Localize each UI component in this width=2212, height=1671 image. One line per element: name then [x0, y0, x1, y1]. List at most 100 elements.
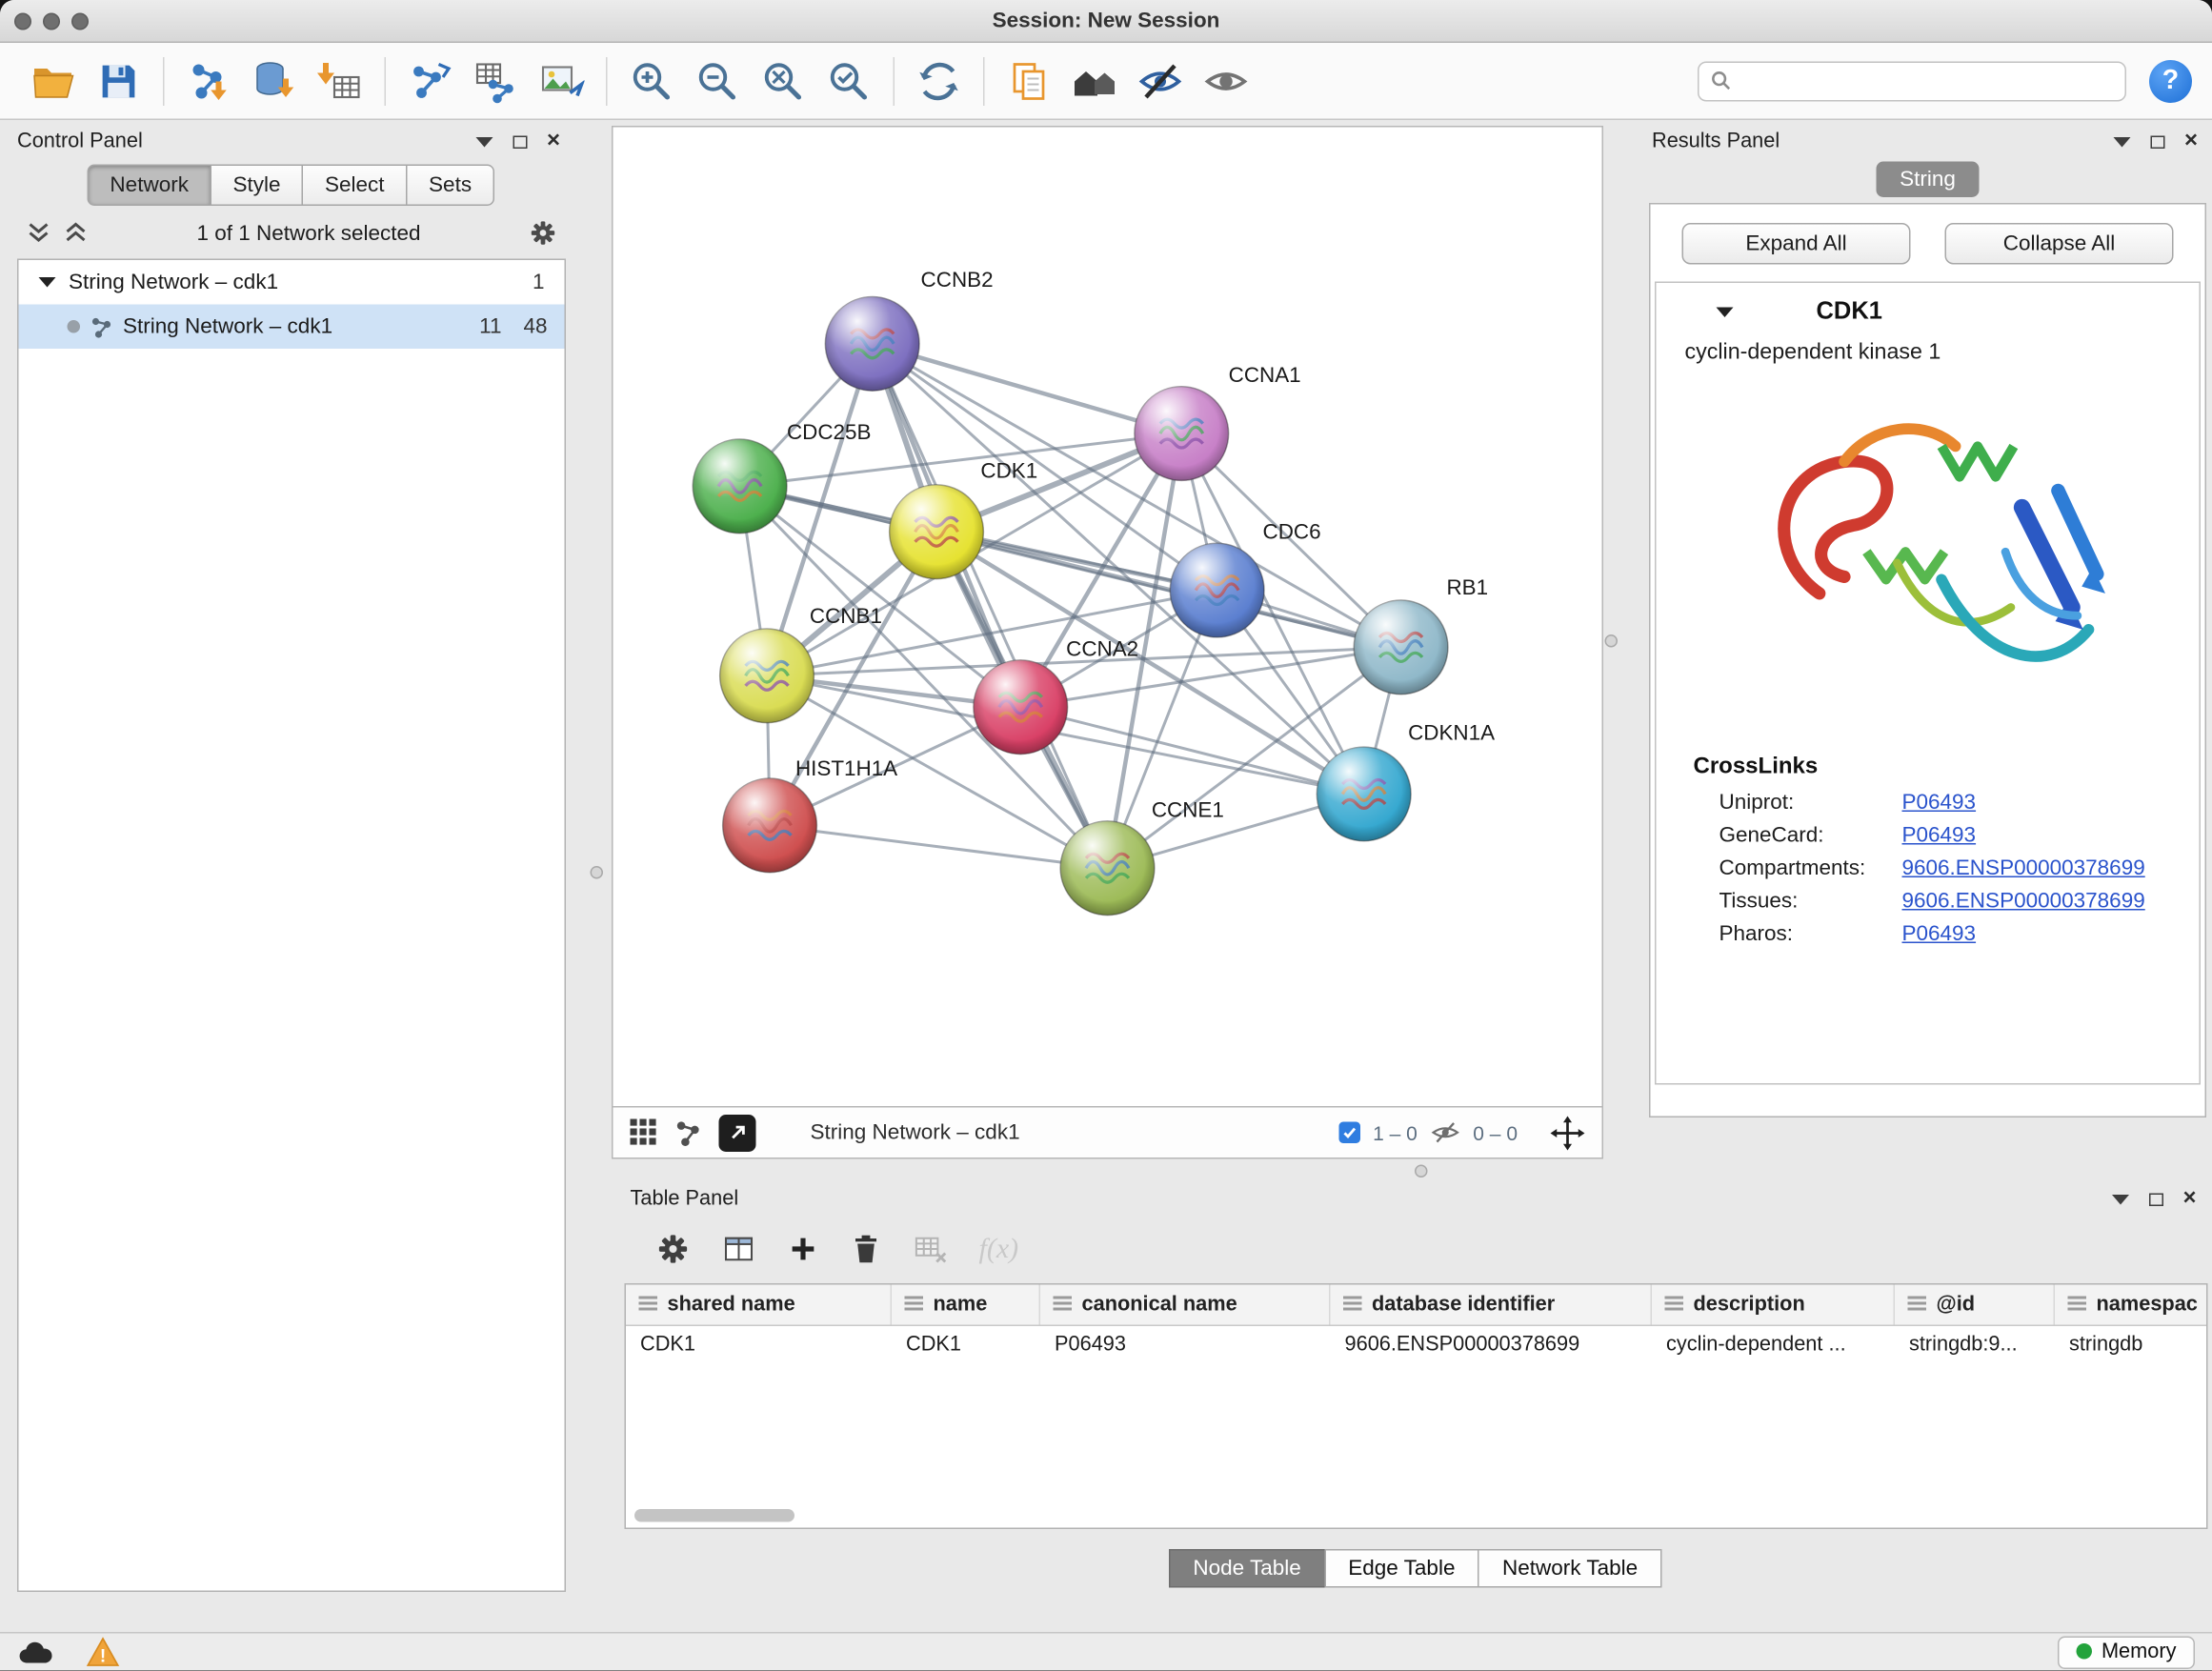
- cloud-icon[interactable]: [17, 1639, 54, 1666]
- cp-tab-select[interactable]: Select: [302, 165, 408, 207]
- network-node-rb1[interactable]: [1354, 600, 1448, 695]
- gene-card-header[interactable]: CDK1: [1657, 283, 2200, 340]
- help-button[interactable]: ?: [2149, 59, 2192, 102]
- table-cell[interactable]: CDK1: [626, 1326, 892, 1365]
- crosslink-link-compartments[interactable]: 9606.ENSP00000378699: [1902, 856, 2145, 881]
- column-header-shared-name[interactable]: shared name: [626, 1285, 892, 1325]
- crosslink-link-tissues[interactable]: 9606.ENSP00000378699: [1902, 889, 2145, 914]
- panel-menu-icon[interactable]: [2113, 136, 2130, 147]
- network-node-cdc6[interactable]: [1170, 543, 1264, 637]
- float-panel-icon[interactable]: [2150, 135, 2164, 149]
- cp-tab-network[interactable]: Network: [87, 165, 211, 207]
- add-column-icon[interactable]: [788, 1234, 819, 1265]
- crosslink-link-uniprot[interactable]: P06493: [1902, 791, 1977, 815]
- network-edge[interactable]: [873, 344, 1182, 433]
- column-header-canonical-name[interactable]: canonical name: [1040, 1285, 1331, 1325]
- column-header-database-identifier[interactable]: database identifier: [1331, 1285, 1653, 1325]
- import-network-from-database-button[interactable]: [242, 50, 308, 112]
- column-header-name[interactable]: name: [892, 1285, 1040, 1325]
- close-panel-icon[interactable]: ×: [2184, 131, 2198, 153]
- table-settings-gear-icon[interactable]: [656, 1232, 691, 1266]
- apply-layout-button[interactable]: [906, 50, 972, 112]
- open-external-button[interactable]: [719, 1114, 756, 1151]
- collection-disclosure-icon[interactable]: [39, 277, 56, 288]
- float-panel-icon[interactable]: [2148, 1193, 2162, 1206]
- network-edge[interactable]: [873, 344, 1108, 868]
- network-node-hist1h1a[interactable]: [723, 778, 817, 873]
- expand-all-button[interactable]: Expand All: [1682, 223, 1911, 265]
- crosslink-link-pharos[interactable]: P06493: [1902, 922, 1977, 947]
- network-canvas[interactable]: CCNB2CCNA1CDC25BCDK1CDC6RB1CCNB1CCNA2CDK…: [612, 126, 1603, 1108]
- export-image-button[interactable]: [529, 50, 594, 112]
- network-node-ccne1[interactable]: [1060, 821, 1155, 916]
- new-network-from-selection-button[interactable]: [463, 50, 529, 112]
- zoom-in-button[interactable]: [619, 50, 685, 112]
- panel-menu-icon[interactable]: [2111, 1194, 2128, 1204]
- search-box[interactable]: [1698, 61, 2126, 101]
- table-cell[interactable]: P06493: [1040, 1326, 1331, 1365]
- tp-tab-edge-table[interactable]: Edge Table: [1324, 1549, 1479, 1588]
- network-collection-row[interactable]: String Network – cdk1 1: [19, 260, 565, 305]
- pan-crosshair-icon[interactable]: [1551, 1116, 1585, 1150]
- network-overview-icon[interactable]: [674, 1119, 702, 1147]
- network-node-ccnb2[interactable]: [825, 296, 919, 391]
- gear-icon[interactable]: [529, 219, 557, 248]
- tab-string[interactable]: String: [1877, 162, 1979, 198]
- tp-tab-network-table[interactable]: Network Table: [1478, 1549, 1661, 1588]
- network-node-cdk1[interactable]: [890, 485, 984, 579]
- column-header-description[interactable]: description: [1652, 1285, 1895, 1325]
- network-node-ccna1[interactable]: [1135, 387, 1229, 481]
- search-input[interactable]: [1740, 70, 2114, 92]
- close-panel-icon[interactable]: ×: [2182, 1188, 2196, 1211]
- import-table-from-file-button[interactable]: [308, 50, 373, 112]
- network-node-cdc25b[interactable]: [693, 439, 787, 534]
- table-cell[interactable]: cyclin-dependent ...: [1652, 1326, 1895, 1365]
- warning-icon[interactable]: !: [86, 1637, 120, 1668]
- table-cell[interactable]: stringdb:9...: [1895, 1326, 2055, 1365]
- memory-button[interactable]: Memory: [2057, 1636, 2195, 1669]
- column-header-namespac[interactable]: namespac: [2055, 1285, 2208, 1325]
- cp-tab-style[interactable]: Style: [210, 165, 303, 207]
- new-network-button[interactable]: [397, 50, 463, 112]
- import-network-from-file-button[interactable]: [176, 50, 242, 112]
- table-cell[interactable]: CDK1: [892, 1326, 1040, 1365]
- zoom-window-button[interactable]: [71, 13, 89, 30]
- network-edge[interactable]: [770, 825, 1107, 868]
- left-splitter-handle[interactable]: [591, 866, 604, 879]
- first-neighbors-button[interactable]: [1062, 50, 1128, 112]
- cp-tab-sets[interactable]: Sets: [406, 165, 494, 207]
- column-header--id[interactable]: @id: [1895, 1285, 2055, 1325]
- birdseye-grid-icon[interactable]: [631, 1119, 658, 1147]
- collapse-all-button[interactable]: Collapse All: [1945, 223, 2174, 265]
- network-node-ccna2[interactable]: [974, 660, 1068, 755]
- minimize-window-button[interactable]: [43, 13, 60, 30]
- expand-all-icon[interactable]: [63, 220, 89, 246]
- annotations-button[interactable]: [996, 50, 1062, 112]
- zoom-fit-button[interactable]: [751, 50, 816, 112]
- table-cell[interactable]: stringdb: [2055, 1326, 2208, 1365]
- show-all-button[interactable]: [1194, 50, 1259, 112]
- zoom-selected-button[interactable]: [816, 50, 882, 112]
- zoom-out-button[interactable]: [685, 50, 751, 112]
- panel-menu-icon[interactable]: [475, 136, 493, 147]
- table-row[interactable]: CDK1CDK1P064939606.ENSP00000378699cyclin…: [626, 1326, 2206, 1365]
- network-graph[interactable]: CCNB2CCNA1CDC25BCDK1CDC6RB1CCNB1CCNA2CDK…: [613, 128, 1602, 1107]
- table-cell[interactable]: 9606.ENSP00000378699: [1331, 1326, 1653, 1365]
- network-node-ccnb1[interactable]: [720, 629, 814, 723]
- bottom-splitter-handle[interactable]: [1415, 1165, 1428, 1178]
- right-splitter-handle[interactable]: [1605, 634, 1619, 648]
- horizontal-scrollbar[interactable]: [634, 1509, 794, 1522]
- gene-disclosure-icon[interactable]: [1717, 307, 1734, 317]
- network-row-selected[interactable]: String Network – cdk1 11 48: [19, 305, 565, 350]
- float-panel-icon[interactable]: [513, 135, 527, 149]
- tp-tab-node-table[interactable]: Node Table: [1169, 1549, 1325, 1588]
- show-columns-icon[interactable]: [722, 1232, 756, 1266]
- network-node-cdkn1a[interactable]: [1317, 747, 1411, 841]
- hide-selected-button[interactable]: [1128, 50, 1194, 112]
- crosslink-link-genecard[interactable]: P06493: [1902, 823, 1977, 848]
- close-window-button[interactable]: [14, 13, 31, 30]
- close-panel-icon[interactable]: ×: [547, 131, 560, 153]
- save-session-button[interactable]: [86, 50, 151, 112]
- delete-column-icon[interactable]: [851, 1232, 882, 1266]
- selected-checkbox[interactable]: [1338, 1122, 1360, 1144]
